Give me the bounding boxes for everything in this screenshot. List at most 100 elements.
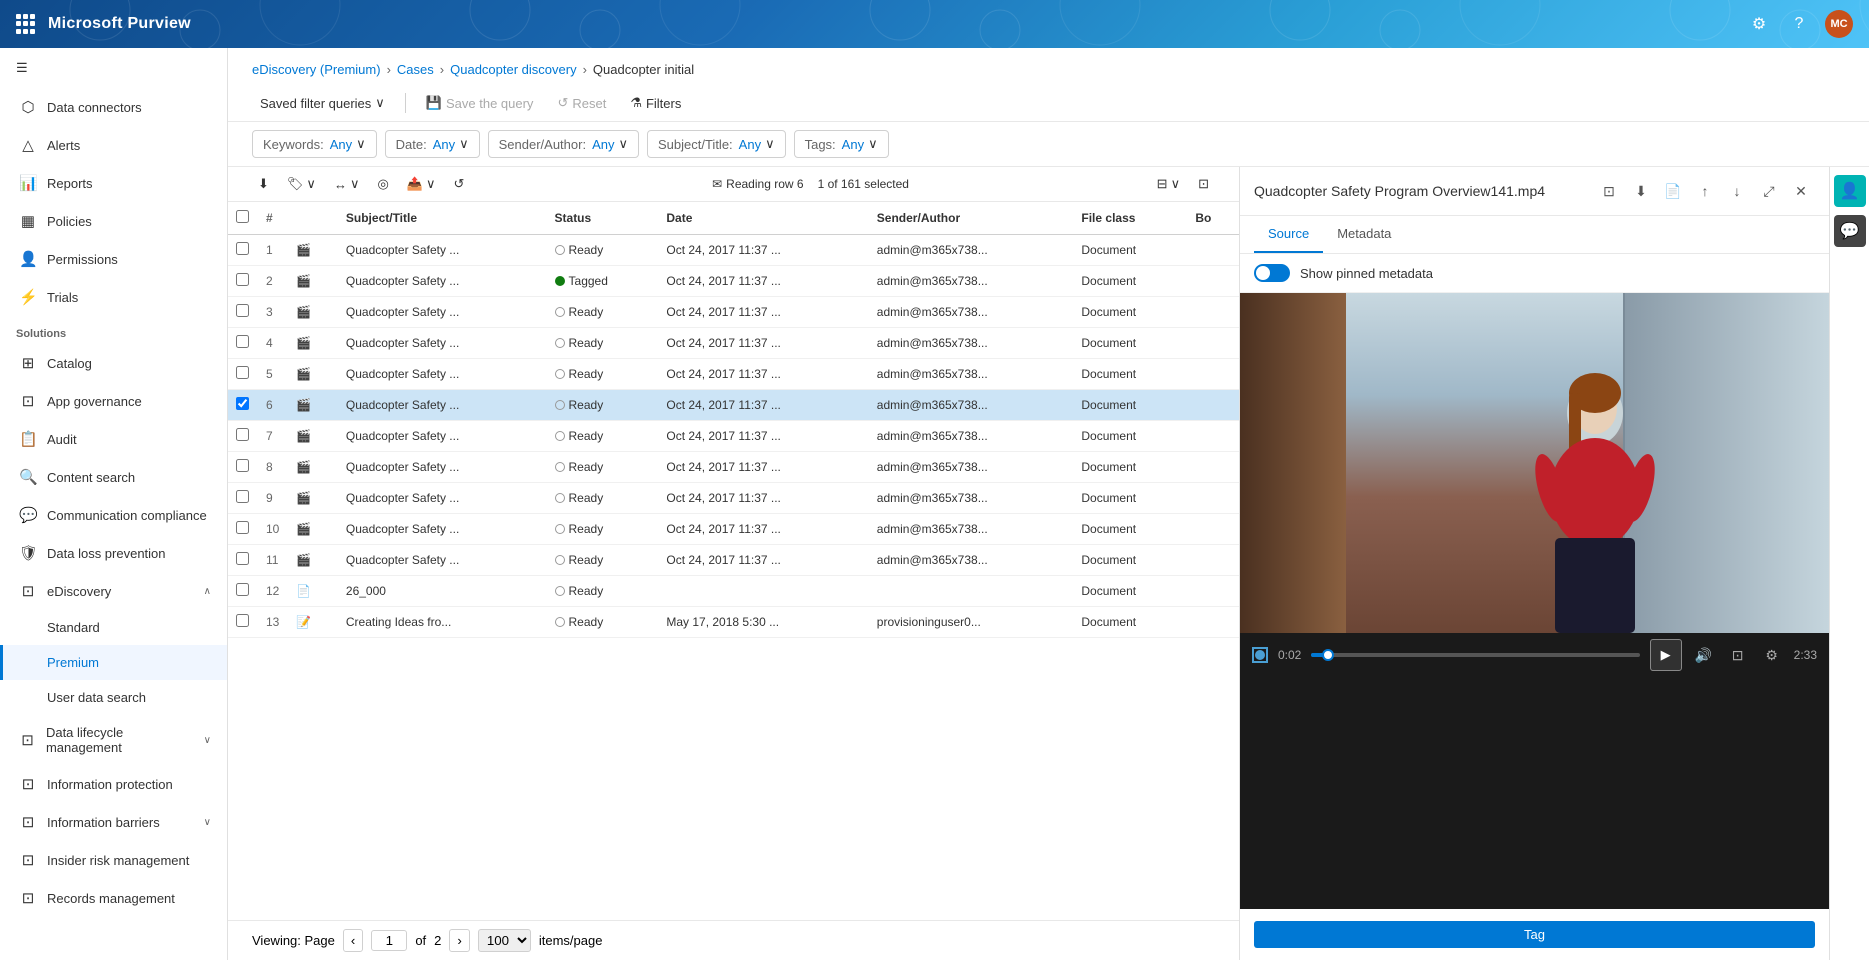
table-row[interactable]: 2 🎬 Quadcopter Safety ... Tagged Oct 24,… <box>228 266 1239 297</box>
sidebar-item-alerts[interactable]: △ Alerts <box>0 126 227 164</box>
review-button[interactable]: ◎ <box>371 173 394 195</box>
video-settings-button[interactable]: ⚙ <box>1760 643 1784 667</box>
select-all-header[interactable] <box>228 202 258 235</box>
video-volume-button[interactable]: 🔊 <box>1692 643 1716 667</box>
breadcrumb-item-2[interactable]: Cases <box>397 62 434 77</box>
save-query-button[interactable]: 💾 Save the query <box>418 91 542 115</box>
row-checkbox[interactable] <box>236 273 249 286</box>
detail-expand-button[interactable]: ⤢ <box>1755 177 1783 205</box>
row-checkbox[interactable] <box>236 366 249 379</box>
row-checkbox-cell[interactable] <box>228 235 258 266</box>
video-crop-button[interactable]: ⊡ <box>1726 643 1750 667</box>
filters-button[interactable]: ⚗ Filters <box>622 91 689 115</box>
table-row[interactable]: 3 🎬 Quadcopter Safety ... Ready Oct 24, … <box>228 297 1239 328</box>
table-row[interactable]: 7 🎬 Quadcopter Safety ... Ready Oct 24, … <box>228 421 1239 452</box>
chat-right-icon[interactable]: 💬 <box>1834 215 1866 247</box>
row-checkbox[interactable] <box>236 304 249 317</box>
sidebar-item-policies[interactable]: ▦ Policies <box>0 202 227 240</box>
detail-next-button[interactable]: ↓ <box>1723 177 1751 205</box>
body-header[interactable]: Bo <box>1187 202 1239 235</box>
sidebar-item-info-protection[interactable]: ⊡ Information protection <box>0 765 227 803</box>
tag-button[interactable]: Tag <box>1254 921 1815 948</box>
breadcrumb-item-1[interactable]: eDiscovery (Premium) <box>252 62 381 77</box>
expand-button[interactable]: ⊡ <box>1192 173 1215 195</box>
sidebar-item-info-barriers[interactable]: ⊡ Information barriers ∨ <box>0 803 227 841</box>
row-checkbox-cell[interactable] <box>228 266 258 297</box>
table-row[interactable]: 5 🎬 Quadcopter Safety ... Ready Oct 24, … <box>228 359 1239 390</box>
date-header[interactable]: Date <box>658 202 868 235</box>
file-class-header[interactable]: File class <box>1073 202 1187 235</box>
columns-button[interactable]: ⊟ ∨ <box>1151 173 1186 195</box>
row-checkbox[interactable] <box>236 459 249 472</box>
detail-view-button[interactable]: 📄 <box>1659 177 1687 205</box>
row-checkbox-cell[interactable] <box>228 390 258 421</box>
sidebar-item-permissions[interactable]: 👤 Permissions <box>0 240 227 278</box>
sidebar-item-data-loss[interactable]: 🛡 Data loss prevention <box>0 534 227 572</box>
table-row[interactable]: 10 🎬 Quadcopter Safety ... Ready Oct 24,… <box>228 514 1239 545</box>
sender-author-header[interactable]: Sender/Author <box>869 202 1074 235</box>
help-icon[interactable]: ? <box>1785 10 1813 38</box>
table-row[interactable]: 13 📝 Creating Ideas fro... Ready May 17,… <box>228 607 1239 638</box>
sidebar-item-audit[interactable]: 📋 Audit <box>0 420 227 458</box>
sidebar-item-catalog[interactable]: ⊞ Catalog <box>0 344 227 382</box>
row-checkbox-cell[interactable] <box>228 421 258 452</box>
row-checkbox-cell[interactable] <box>228 514 258 545</box>
sidebar-item-content-search[interactable]: 🔍 Content search <box>0 458 227 496</box>
open-new-window-button[interactable]: ⊡ <box>1595 177 1623 205</box>
page-input[interactable] <box>371 930 407 951</box>
pinned-metadata-toggle[interactable] <box>1254 264 1290 282</box>
saved-filter-queries-button[interactable]: Saved filter queries ∨ <box>252 91 393 115</box>
sidebar-item-insider-risk[interactable]: ⊡ Insider risk management <box>0 841 227 879</box>
next-page-button[interactable]: › <box>449 929 469 952</box>
tab-metadata[interactable]: Metadata <box>1323 216 1405 253</box>
row-checkbox[interactable] <box>236 490 249 503</box>
sidebar-item-user-data-search[interactable]: User data search <box>0 680 227 715</box>
detail-download-button[interactable]: ⬇ <box>1627 177 1655 205</box>
avatar[interactable]: MC <box>1825 10 1853 38</box>
table-row[interactable]: 9 🎬 Quadcopter Safety ... Ready Oct 24, … <box>228 483 1239 514</box>
sidebar-item-standard[interactable]: Standard <box>0 610 227 645</box>
export-dropdown-button[interactable]: 📤 ∨ <box>401 173 442 195</box>
table-row[interactable]: 4 🎬 Quadcopter Safety ... Ready Oct 24, … <box>228 328 1239 359</box>
filetype-header[interactable] <box>288 202 338 235</box>
settings-icon[interactable]: ⚙ <box>1745 10 1773 38</box>
prev-page-button[interactable]: ‹ <box>343 929 363 952</box>
table-row[interactable]: 8 🎬 Quadcopter Safety ... Ready Oct 24, … <box>228 452 1239 483</box>
table-row[interactable]: 11 🎬 Quadcopter Safety ... Ready Oct 24,… <box>228 545 1239 576</box>
table-row[interactable]: 1 🎬 Quadcopter Safety ... Ready Oct 24, … <box>228 235 1239 266</box>
row-checkbox-cell[interactable] <box>228 483 258 514</box>
sidebar-item-premium[interactable]: Premium <box>0 645 227 680</box>
tags-filter[interactable]: Tags: Any ∨ <box>794 130 889 158</box>
table-row[interactable]: 12 📄 26_000 Ready Document <box>228 576 1239 607</box>
reset-button[interactable]: ↺ Reset <box>549 91 614 115</box>
sender-filter[interactable]: Sender/Author: Any ∨ <box>488 130 639 158</box>
tab-source[interactable]: Source <box>1254 216 1323 253</box>
keywords-filter[interactable]: Keywords: Any ∨ <box>252 130 377 158</box>
video-progress-bar[interactable] <box>1311 653 1639 657</box>
row-checkbox[interactable] <box>236 614 249 627</box>
table-row[interactable]: 6 🎬 Quadcopter Safety ... Ready Oct 24, … <box>228 390 1239 421</box>
row-checkbox-cell[interactable] <box>228 328 258 359</box>
tag-dropdown-button[interactable]: 🏷 ∨ <box>281 173 322 195</box>
date-filter[interactable]: Date: Any ∨ <box>385 130 480 158</box>
sidebar-item-ediscovery[interactable]: ⊡ eDiscovery ∧ <box>0 572 227 610</box>
move-button[interactable]: ↔ ∨ <box>328 173 366 195</box>
row-checkbox[interactable] <box>236 428 249 441</box>
row-checkbox-cell[interactable] <box>228 576 258 607</box>
row-checkbox[interactable] <box>236 583 249 596</box>
sidebar-item-records-mgmt[interactable]: ⊡ Records management <box>0 879 227 917</box>
refresh-button[interactable]: ↺ <box>448 173 471 195</box>
row-checkbox[interactable] <box>236 397 249 410</box>
row-checkbox[interactable] <box>236 521 249 534</box>
detail-prev-button[interactable]: ↑ <box>1691 177 1719 205</box>
user-right-icon[interactable]: 👤 <box>1834 175 1866 207</box>
row-checkbox[interactable] <box>236 335 249 348</box>
menu-button[interactable]: ☰ <box>0 48 227 88</box>
row-checkbox-cell[interactable] <box>228 359 258 390</box>
select-all-checkbox[interactable] <box>236 210 249 223</box>
detail-close-button[interactable]: ✕ <box>1787 177 1815 205</box>
subject-filter[interactable]: Subject/Title: Any ∨ <box>647 130 786 158</box>
apps-grid-button[interactable] <box>16 14 36 34</box>
items-per-page-select[interactable]: 100 50 25 <box>478 929 531 952</box>
sidebar-item-data-connectors[interactable]: ⬡ Data connectors <box>0 88 227 126</box>
